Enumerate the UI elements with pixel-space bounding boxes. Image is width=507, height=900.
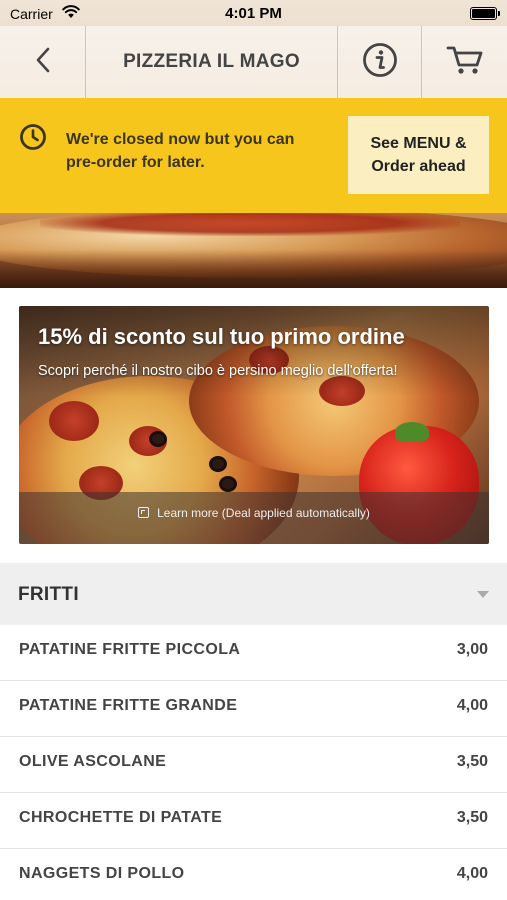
menu-item-price: 4,00 — [456, 865, 488, 882]
battery-icon — [470, 7, 500, 20]
clock-time: 4:01 PM — [225, 5, 282, 22]
menu-item-name: OLIVE ASCOLANE — [19, 753, 167, 770]
closed-notice-text: We're closed now but you can pre-order f… — [66, 131, 295, 171]
menu-item[interactable]: NAGGETS DI POLLO 4,00 — [0, 849, 507, 900]
nav-bar: PIZZERIA IL MAGO — [0, 26, 507, 98]
external-link-icon — [138, 507, 150, 518]
menu-item-price: 3,50 — [456, 753, 488, 770]
cart-icon — [446, 44, 484, 81]
see-menu-order-ahead-button[interactable]: See MENU & Order ahead — [348, 116, 489, 194]
menu-item[interactable]: PATATINE FRITTE GRANDE 4,00 — [0, 681, 507, 737]
status-bar: Carrier 4:01 PM — [0, 0, 507, 28]
chevron-left-icon — [34, 46, 52, 79]
page-title: PIZZERIA IL MAGO — [123, 51, 300, 72]
info-button[interactable] — [337, 26, 422, 98]
menu-item[interactable]: CHROCHETTE DI PATATE 3,50 — [0, 793, 507, 849]
promo-subtitle: Scopri perché il nostro cibo è persino m… — [38, 363, 398, 379]
menu-item-name: CHROCHETTE DI PATATE — [19, 809, 223, 826]
menu-item-price: 3,50 — [456, 809, 488, 826]
app-screen: Carrier 4:01 PM PIZZERIA IL MAGO We're c… — [0, 0, 507, 900]
cart-button[interactable] — [422, 26, 507, 98]
closed-notice-banner: We're closed now but you can pre-order f… — [0, 98, 507, 213]
category-title: FRITTI — [18, 584, 79, 605]
menu-item-name: NAGGETS DI POLLO — [19, 865, 185, 882]
back-button[interactable] — [0, 26, 86, 98]
promo-title: 15% di sconto sul tuo primo ordine — [38, 324, 405, 349]
menu-item-name: PATATINE FRITTE GRANDE — [19, 697, 238, 714]
learn-more-link[interactable]: Learn more (Deal applied automatically) — [19, 506, 489, 520]
menu-item-price: 4,00 — [456, 697, 488, 714]
menu-item[interactable]: OLIVE ASCOLANE 3,50 — [0, 737, 507, 793]
menu-item-name: PATATINE FRITTE PICCOLA — [19, 641, 241, 658]
info-icon — [362, 42, 398, 83]
category-header-fritti[interactable]: FRITTI — [0, 563, 507, 625]
promo-card[interactable]: 15% di sconto sul tuo primo ordine Scopr… — [19, 306, 489, 544]
menu-item-price: 3,00 — [456, 641, 488, 658]
caret-down-icon — [477, 591, 489, 598]
menu-item[interactable]: PATATINE FRITTE PICCOLA 3,00 — [0, 625, 507, 681]
menu-list: PATATINE FRITTE PICCOLA 3,00 PATATINE FR… — [0, 625, 507, 900]
clock-icon — [19, 123, 47, 156]
